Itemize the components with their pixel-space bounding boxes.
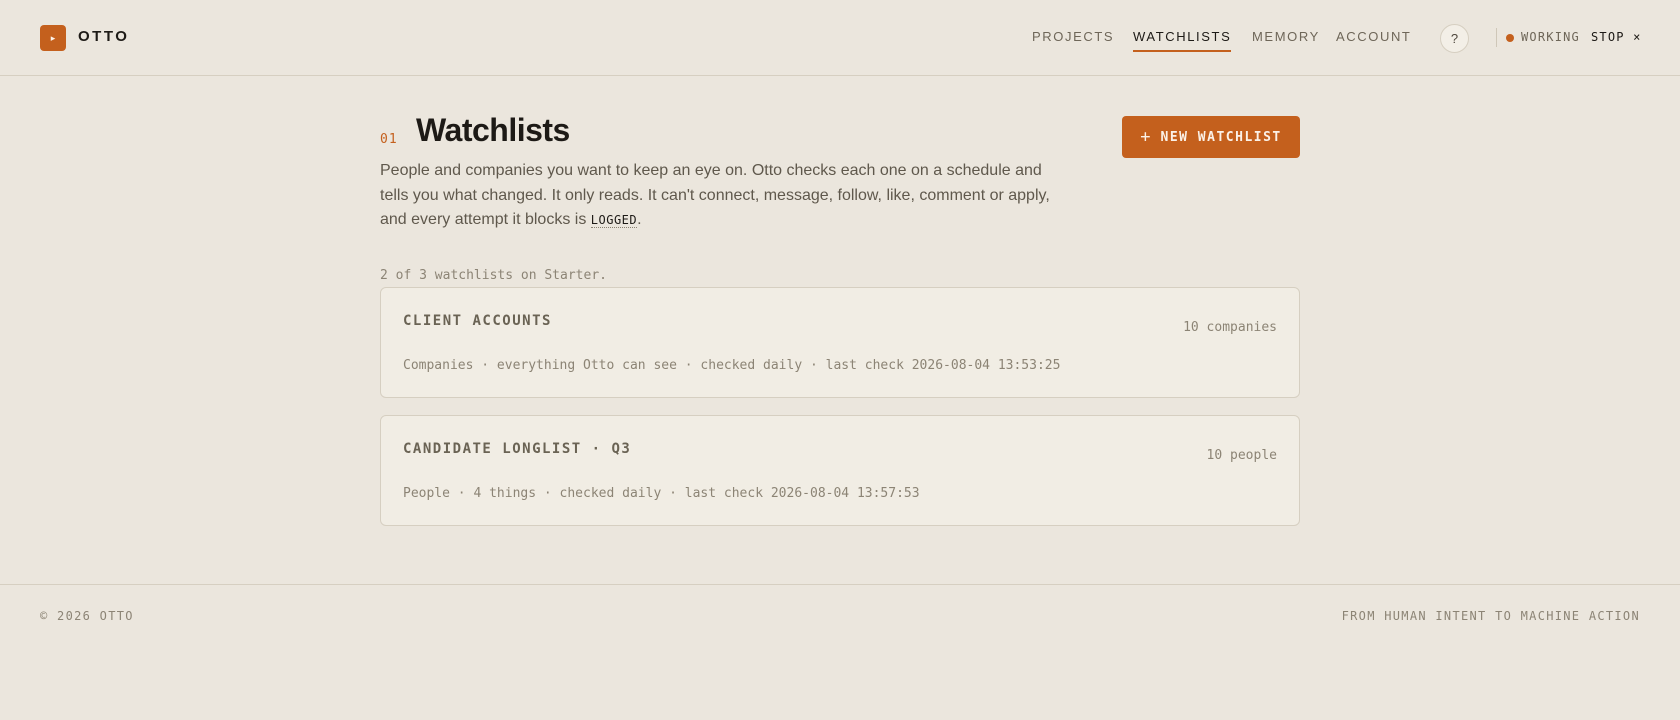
new-watchlist-label: NEW WATCHLIST [1160,129,1282,145]
logo-icon[interactable]: ▸ [40,25,66,51]
plus-icon: + [1140,127,1151,147]
section-number: 01 [380,132,398,147]
nav-account[interactable]: ACCOUNT [1336,29,1411,44]
stop-button[interactable]: STOP × [1591,30,1642,44]
watchlist-count: 10 people [1206,448,1277,463]
description-end: . [637,211,642,228]
watchlist-card[interactable]: CANDIDATE LONGLIST · Q3 10 people People… [380,415,1300,526]
watchlist-count: 10 companies [1183,320,1277,335]
watchlist-meta: People · 4 things · checked daily · last… [403,486,920,501]
description-text: People and companies you want to keep an… [380,162,1050,228]
footer-divider [0,584,1680,585]
status-dot-icon [1506,34,1514,42]
nav-projects[interactable]: PROJECTS [1032,29,1114,44]
watchlist-name: CLIENT ACCOUNTS [403,313,552,329]
header-divider [1496,28,1497,47]
status-label: WORKING [1521,30,1580,44]
watchlist-meta: Companies · everything Otto can see · ch… [403,358,1061,373]
top-bar: ▸ OTTO PROJECTS WATCHLISTS MEMORY ACCOUN… [0,0,1680,76]
footer-tagline: FROM HUMAN INTENT TO MACHINE ACTION [1341,609,1640,623]
new-watchlist-button[interactable]: + NEW WATCHLIST [1122,116,1300,158]
footer-copyright: © 2026 OTTO [40,609,134,623]
page-description: People and companies you want to keep an… [380,159,1060,233]
page-title: Watchlists [416,112,570,148]
brand-name[interactable]: OTTO [78,28,129,45]
help-button[interactable]: ? [1440,24,1469,53]
nav-watchlists[interactable]: WATCHLISTS [1133,29,1232,52]
watchlist-name: CANDIDATE LONGLIST · Q3 [403,441,632,457]
logged-code-label: LOGGED [590,213,638,228]
nav-memory[interactable]: MEMORY [1252,29,1320,44]
watchlist-card[interactable]: CLIENT ACCOUNTS 10 companies Companies ·… [380,287,1300,398]
watchlist-quota: 2 of 3 watchlists on Starter. [380,268,607,283]
